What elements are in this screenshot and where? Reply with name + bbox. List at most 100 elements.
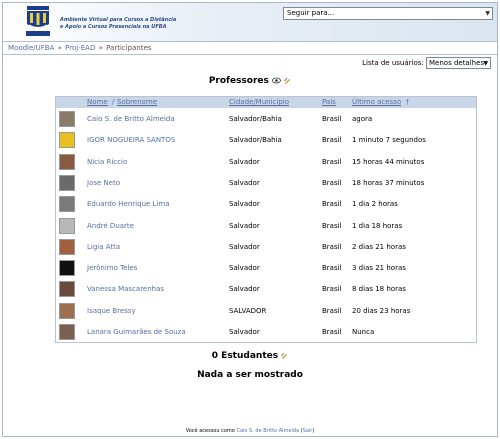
participant-country: Brasil: [322, 136, 342, 145]
participant-last-access: agora: [352, 115, 373, 123]
participant-city: Salvador: [229, 242, 260, 251]
table-row: Isaque Bressy SALVADOR Brasil 20 dias 23 ho…: [56, 301, 476, 322]
participant-name-link[interactable]: Lanara Guimarães de Souza: [87, 327, 186, 337]
table-row: Caio S. de Britto Almeida Salvador/Bahia B…: [56, 109, 476, 130]
table-row: Lanara Guimarães de Souza Salvador Brasil N…: [56, 322, 476, 343]
eye-icon[interactable]: [272, 77, 281, 84]
breadcrumb: Moodle/UFBA » Proj-EAD » Participantes: [3, 41, 497, 55]
login-prefix: Você acessou como: [185, 428, 235, 434]
tagline-line-1: Ambiente Virtual para Cursos a Distância: [60, 17, 177, 23]
user-list-value: Menos detalhes: [429, 59, 485, 67]
participant-last-access: 1 dia 2 horas: [352, 200, 398, 209]
avatar[interactable]: [59, 217, 75, 234]
participant-country: Brasil: [322, 242, 342, 251]
chevron-down-icon: ▼: [483, 60, 488, 67]
participant-name-link[interactable]: IGOR NOGUEIRA SANTOS: [87, 135, 175, 145]
ufba-logo[interactable]: [23, 6, 53, 38]
column-city-link[interactable]: Cidade/Município: [229, 97, 289, 108]
participant-country: Brasil: [322, 285, 342, 294]
participant-country: Brasil: [322, 178, 342, 187]
column-separator: /: [112, 98, 115, 106]
site-header: Ambiente Virtual para Cursos a Distância…: [3, 3, 497, 41]
profile-link[interactable]: Caio S. de Britto Almeida: [236, 428, 299, 434]
avatar[interactable]: [59, 324, 75, 340]
avatar[interactable]: [59, 111, 75, 127]
user-list-control: Lista de usuários: Menos detalhes ▼: [362, 57, 491, 69]
participant-last-access: 20 dias 23 horas: [352, 306, 411, 315]
participant-city: Salvador: [229, 264, 260, 273]
participant-country: Brasil: [322, 306, 342, 315]
participant-city: Salvador/Bahia: [229, 136, 282, 145]
paren-close: ): [312, 428, 315, 434]
edit-icon[interactable]: [284, 77, 291, 84]
participant-country: Brasil: [322, 200, 342, 209]
teachers-title: Professores: [208, 76, 269, 86]
avatar[interactable]: [59, 238, 75, 255]
table-header: Nome / Sobrenome Cidade/Município País Ú…: [56, 97, 476, 108]
breadcrumb-separator: »: [57, 44, 62, 52]
avatar[interactable]: [59, 174, 75, 191]
column-surname-link[interactable]: Sobrenome: [117, 97, 157, 108]
column-name-link[interactable]: Nome: [87, 97, 108, 108]
jump-to-select[interactable]: Seguir para... ▼: [283, 7, 493, 20]
students-heading: 0 Estudantes: [3, 351, 497, 361]
site-tagline: Ambiente Virtual para Cursos a Distância…: [60, 17, 176, 31]
column-country-link[interactable]: País: [322, 97, 336, 108]
column-last-access-link[interactable]: Último acesso: [352, 97, 401, 108]
participant-city: Salvador: [229, 157, 260, 166]
participant-name-link[interactable]: André Duarte: [87, 221, 134, 231]
avatar[interactable]: [59, 196, 75, 213]
avatar[interactable]: [59, 281, 75, 298]
participant-name-link[interactable]: Isaque Bressy: [87, 306, 136, 316]
participant-name-link[interactable]: Jerônimo Teles: [87, 263, 137, 273]
participant-city: Salvador/Bahia: [229, 115, 282, 123]
participant-country: Brasil: [322, 264, 342, 273]
user-list-select[interactable]: Menos detalhes ▼: [426, 57, 491, 69]
participant-city: Salvador: [229, 200, 260, 209]
login-info: Você acessou como Caio S. de Britto Alme…: [3, 428, 497, 434]
breadcrumb-course-link[interactable]: Proj-EAD: [65, 44, 95, 52]
avatar[interactable]: [59, 132, 75, 149]
breadcrumb-current: Participantes: [106, 44, 152, 52]
participant-last-access: 2 dias 21 horas: [352, 242, 406, 251]
participant-name-link[interactable]: Nicia Riccio: [87, 157, 127, 167]
table-row: IGOR NOGUEIRA SANTOS Salvador/Bahia Brasil…: [56, 130, 476, 151]
participant-name-link[interactable]: Vanessa Mascarenhas: [87, 284, 164, 294]
tagline-line-2: e Apoio a Cursos Presenciais na UFBA: [60, 24, 167, 30]
edit-icon[interactable]: [281, 352, 288, 359]
participant-last-access: 8 dias 18 horas: [352, 285, 406, 294]
table-row: Ligia Atta Salvador Brasil 2 dias 21 horas: [56, 237, 476, 258]
avatar[interactable]: [59, 153, 75, 170]
table-row: Jerônimo Teles Salvador Brasil 3 dias 21 ho…: [56, 258, 476, 279]
students-title: 0 Estudantes: [211, 351, 279, 361]
participant-name-link[interactable]: Caio S. de Britto Almeida: [87, 114, 175, 124]
participant-city: Salvador: [229, 328, 260, 336]
logout-link[interactable]: Sair: [303, 428, 313, 434]
avatar[interactable]: [59, 302, 75, 319]
chevron-down-icon: ▼: [485, 10, 490, 17]
participant-last-access: Nunca: [352, 328, 375, 336]
participant-country: Brasil: [322, 157, 342, 166]
table-row: Jose Neto Salvador Brasil 18 horas 37 minut…: [56, 173, 476, 194]
participant-last-access: 1 dia 18 horas: [352, 221, 403, 230]
breadcrumb-separator: »: [98, 44, 103, 52]
table-row: André Duarte Salvador Brasil 1 dia 18 horas: [56, 216, 476, 237]
teachers-heading: Professores: [3, 76, 497, 86]
sort-up-icon: 🠕: [406, 98, 410, 106]
teachers-table: Nome / Sobrenome Cidade/Município País Ú…: [55, 96, 477, 343]
participant-city: Salvador: [229, 221, 260, 230]
table-row: Eduardo Henrique Lima Salvador Brasil 1 dia…: [56, 194, 476, 215]
participant-last-access: 18 horas 37 minutos: [352, 178, 425, 187]
participant-last-access: 15 horas 44 minutos: [352, 157, 425, 166]
page-frame: Ambiente Virtual para Cursos a Distância…: [2, 2, 498, 437]
participant-country: Brasil: [322, 115, 342, 123]
participant-country: Brasil: [322, 221, 342, 230]
breadcrumb-home-link[interactable]: Moodle/UFBA: [8, 44, 54, 52]
empty-message: Nada a ser mostrado: [197, 370, 303, 380]
participant-name-link[interactable]: Jose Neto: [87, 178, 120, 188]
participant-country: Brasil: [322, 328, 342, 336]
participant-name-link[interactable]: Eduardo Henrique Lima: [87, 199, 170, 209]
avatar[interactable]: [59, 260, 75, 277]
participant-city: Salvador: [229, 285, 260, 294]
participant-name-link[interactable]: Ligia Atta: [87, 242, 120, 252]
